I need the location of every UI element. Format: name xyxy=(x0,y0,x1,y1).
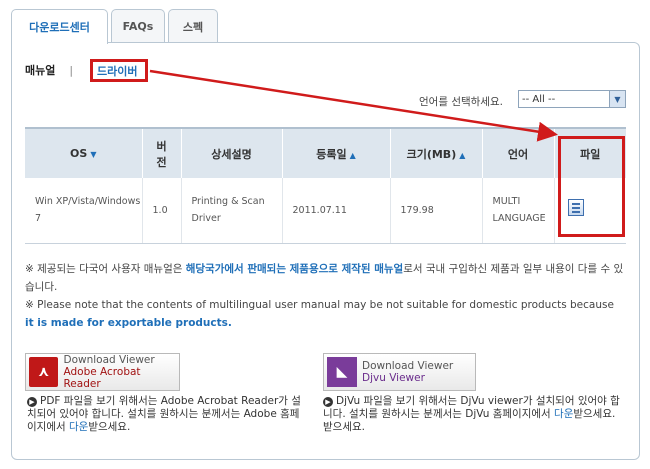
column-header-language: 언어 xyxy=(481,127,554,178)
acrobat-description: ▶ PDF 파일을 보기 위해서는 Adobe Acrobat Reader가 설… xyxy=(27,395,301,433)
column-header-version: 버전 xyxy=(141,127,181,178)
acrobat-button-line1: Download Viewer xyxy=(63,354,155,366)
cell-size: 179.98 xyxy=(389,178,482,244)
file-table: OS ▼ 버전 상세설명 등록일 ▲ 크기(MB) ▲ 언어 파일 Win XP/Vi… xyxy=(25,127,626,244)
djvu-button-line1: Download Viewer xyxy=(362,360,454,372)
tab-spec[interactable]: 스펙 xyxy=(168,9,218,43)
cell-date: 2011.07.11 xyxy=(281,178,390,244)
language-select[interactable]: -- All -- ▼ xyxy=(518,90,626,108)
chevron-down-icon[interactable]: ▼ xyxy=(609,91,625,107)
subnav: 매뉴얼 | xyxy=(25,62,85,78)
download-djvu-button[interactable]: ◣ Download Viewer Djvu Viewer xyxy=(323,353,476,391)
acrobat-button-line2: Adobe Acrobat Reader xyxy=(63,366,141,390)
column-header-os[interactable]: OS ▼ xyxy=(25,127,142,178)
manual-link[interactable]: 매뉴얼 xyxy=(25,62,55,78)
driver-link[interactable]: 드라이버 xyxy=(97,63,137,79)
sort-up-icon: ▲ xyxy=(349,150,356,160)
column-header-description: 상세설명 xyxy=(180,127,282,178)
column-header-date[interactable]: 등록일 ▲ xyxy=(281,127,390,178)
acrobat-logo-icon: ⋏ xyxy=(29,357,59,387)
acrobat-download-link[interactable]: 다운 xyxy=(69,421,88,433)
cell-language: MULTI LANGUAGE xyxy=(481,178,554,244)
sort-down-icon: ▼ xyxy=(90,150,97,159)
table-row: Win XP/Vista/Windows 7 1.0 Printing & Sc… xyxy=(25,178,626,244)
sort-up-icon: ▲ xyxy=(459,150,466,160)
language-selected-value: -- All -- xyxy=(522,93,556,105)
tab-faqs[interactable]: FAQs xyxy=(111,9,165,43)
note-korean: ※ 제공되는 다국어 사용자 매뉴얼은 해당국가에서 판매되는 제품용으로 제작… xyxy=(25,263,624,293)
column-header-size[interactable]: 크기(MB) ▲ xyxy=(389,127,482,178)
cell-description-link[interactable]: Printing & Scan Driver xyxy=(180,178,282,244)
cell-version: 1.0 xyxy=(141,178,181,244)
cell-os: Win XP/Vista/Windows 7 xyxy=(25,178,142,244)
tab-download-center[interactable]: 다운로드센터 xyxy=(11,9,108,44)
table-header-row: OS ▼ 버전 상세설명 등록일 ▲ 크기(MB) ▲ 언어 파일 xyxy=(25,127,626,178)
djvu-description: ▶ DjVu 파일을 보기 위해서는 DjVu viewer가 설치되어 있어야 … xyxy=(323,395,620,433)
notes: ※ 제공되는 다국어 사용자 매뉴얼은 해당국가에서 판매되는 제품용으로 제작… xyxy=(25,260,625,332)
djvu-button-line2: Djvu Viewer xyxy=(362,372,425,384)
download-acrobat-button[interactable]: ⋏ Download Viewer Adobe Acrobat Reader xyxy=(25,353,180,391)
djvu-download-link[interactable]: 다운 xyxy=(554,408,573,420)
language-label: 언어를 선택하세요. xyxy=(419,96,503,108)
djvu-logo-icon: ◣ xyxy=(327,357,357,387)
tab-bar: 다운로드센터 FAQs 스펙 xyxy=(11,9,221,44)
info-bullet-icon: ▶ xyxy=(323,397,333,407)
note-english: ※ Please note that the contents of multi… xyxy=(25,299,614,329)
info-bullet-icon: ▶ xyxy=(27,397,37,407)
subnav-separator: | xyxy=(69,63,74,77)
file-highlight-box xyxy=(558,136,625,237)
